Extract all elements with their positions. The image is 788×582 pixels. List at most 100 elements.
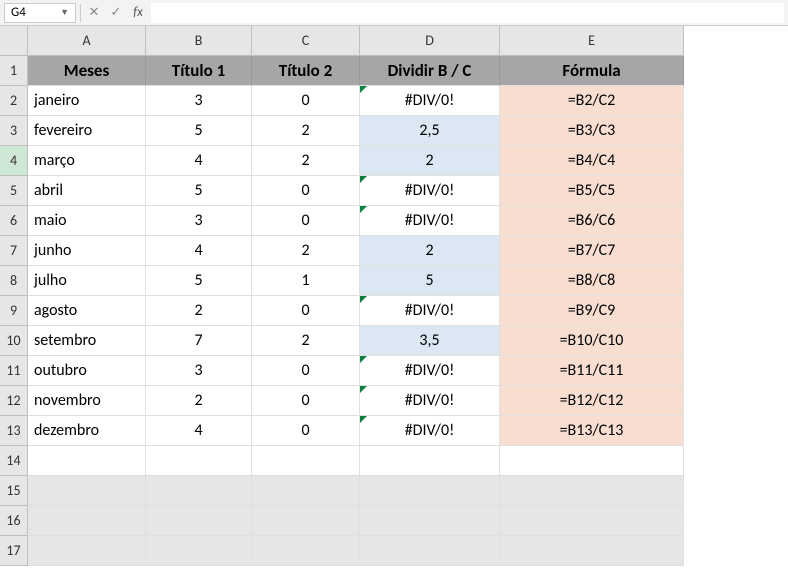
- column-header-E[interactable]: E: [500, 26, 684, 56]
- cell-C14[interactable]: [252, 446, 360, 476]
- row-header-11[interactable]: 11: [0, 356, 28, 386]
- row-header-6[interactable]: 6: [0, 206, 28, 236]
- cell-D13[interactable]: #DIV/0!: [360, 416, 500, 446]
- column-header-C[interactable]: C: [252, 26, 360, 56]
- cell-E3[interactable]: =B3/C3: [500, 116, 684, 146]
- cell-B16[interactable]: [146, 506, 252, 536]
- header-cell-B[interactable]: Título 1: [146, 56, 252, 86]
- cell-E16[interactable]: [500, 506, 684, 536]
- cell-A8[interactable]: julho: [28, 266, 146, 296]
- column-header-A[interactable]: A: [28, 26, 146, 56]
- cell-D15[interactable]: [360, 476, 500, 506]
- cell-A2[interactable]: janeiro: [28, 86, 146, 116]
- cell-D6[interactable]: #DIV/0!: [360, 206, 500, 236]
- row-header-7[interactable]: 7: [0, 236, 28, 266]
- cell-C13[interactable]: 0: [252, 416, 360, 446]
- cell-B7[interactable]: 4: [146, 236, 252, 266]
- cell-C6[interactable]: 0: [252, 206, 360, 236]
- cell-D7[interactable]: 2: [360, 236, 500, 266]
- cell-A5[interactable]: abril: [28, 176, 146, 206]
- row-header-1[interactable]: 1: [0, 56, 28, 86]
- cell-E11[interactable]: =B11/C11: [500, 356, 684, 386]
- cell-A14[interactable]: [28, 446, 146, 476]
- row-header-5[interactable]: 5: [0, 176, 28, 206]
- header-cell-C[interactable]: Título 2: [252, 56, 360, 86]
- cell-B8[interactable]: 5: [146, 266, 252, 296]
- cell-E5[interactable]: =B5/C5: [500, 176, 684, 206]
- cell-C7[interactable]: 2: [252, 236, 360, 266]
- cell-A11[interactable]: outubro: [28, 356, 146, 386]
- cell-D10[interactable]: 3,5: [360, 326, 500, 356]
- cell-D5[interactable]: #DIV/0!: [360, 176, 500, 206]
- cell-A7[interactable]: junho: [28, 236, 146, 266]
- cell-C2[interactable]: 0: [252, 86, 360, 116]
- cell-E15[interactable]: [500, 476, 684, 506]
- cell-D8[interactable]: 5: [360, 266, 500, 296]
- cell-B15[interactable]: [146, 476, 252, 506]
- formula-input[interactable]: [151, 3, 784, 23]
- cell-B11[interactable]: 3: [146, 356, 252, 386]
- cell-C16[interactable]: [252, 506, 360, 536]
- cell-B17[interactable]: [146, 536, 252, 566]
- cell-B9[interactable]: 2: [146, 296, 252, 326]
- cell-D17[interactable]: [360, 536, 500, 566]
- cell-C4[interactable]: 2: [252, 146, 360, 176]
- cell-E10[interactable]: =B10/C10: [500, 326, 684, 356]
- cell-A6[interactable]: maio: [28, 206, 146, 236]
- cell-A9[interactable]: agosto: [28, 296, 146, 326]
- confirm-icon[interactable]: ✓: [107, 4, 125, 22]
- cell-C17[interactable]: [252, 536, 360, 566]
- cell-B4[interactable]: 4: [146, 146, 252, 176]
- header-cell-E[interactable]: Fórmula: [500, 56, 684, 86]
- cell-A4[interactable]: março: [28, 146, 146, 176]
- cell-E7[interactable]: =B7/C7: [500, 236, 684, 266]
- cell-C3[interactable]: 2: [252, 116, 360, 146]
- cell-D11[interactable]: #DIV/0!: [360, 356, 500, 386]
- row-header-2[interactable]: 2: [0, 86, 28, 116]
- spreadsheet-grid[interactable]: ABCDE1MesesTítulo 1Título 2Dividir B / C…: [0, 26, 788, 566]
- cell-A10[interactable]: setembro: [28, 326, 146, 356]
- row-header-8[interactable]: 8: [0, 266, 28, 296]
- cell-E8[interactable]: =B8/C8: [500, 266, 684, 296]
- header-cell-A[interactable]: Meses: [28, 56, 146, 86]
- row-header-4[interactable]: 4: [0, 146, 28, 176]
- cell-D2[interactable]: #DIV/0!: [360, 86, 500, 116]
- row-header-10[interactable]: 10: [0, 326, 28, 356]
- cell-E17[interactable]: [500, 536, 684, 566]
- cell-B13[interactable]: 4: [146, 416, 252, 446]
- cell-C8[interactable]: 1: [252, 266, 360, 296]
- cell-E14[interactable]: [500, 446, 684, 476]
- row-header-16[interactable]: 16: [0, 506, 28, 536]
- cell-A12[interactable]: novembro: [28, 386, 146, 416]
- chevron-down-icon[interactable]: ▼: [60, 7, 69, 18]
- cell-E4[interactable]: =B4/C4: [500, 146, 684, 176]
- row-header-15[interactable]: 15: [0, 476, 28, 506]
- cell-B2[interactable]: 3: [146, 86, 252, 116]
- cell-B6[interactable]: 3: [146, 206, 252, 236]
- cell-E9[interactable]: =B9/C9: [500, 296, 684, 326]
- cell-C15[interactable]: [252, 476, 360, 506]
- cell-B3[interactable]: 5: [146, 116, 252, 146]
- row-header-14[interactable]: 14: [0, 446, 28, 476]
- column-header-D[interactable]: D: [360, 26, 500, 56]
- cell-D12[interactable]: #DIV/0!: [360, 386, 500, 416]
- cell-E6[interactable]: =B6/C6: [500, 206, 684, 236]
- cell-C11[interactable]: 0: [252, 356, 360, 386]
- cell-B14[interactable]: [146, 446, 252, 476]
- cancel-icon[interactable]: ✕: [85, 4, 103, 22]
- cell-B10[interactable]: 7: [146, 326, 252, 356]
- fx-icon[interactable]: fx: [129, 4, 147, 22]
- cell-B5[interactable]: 5: [146, 176, 252, 206]
- cell-A13[interactable]: dezembro: [28, 416, 146, 446]
- cell-C9[interactable]: 0: [252, 296, 360, 326]
- cell-A3[interactable]: fevereiro: [28, 116, 146, 146]
- row-header-3[interactable]: 3: [0, 116, 28, 146]
- cell-A16[interactable]: [28, 506, 146, 536]
- cell-E12[interactable]: =B12/C12: [500, 386, 684, 416]
- cell-C10[interactable]: 2: [252, 326, 360, 356]
- cell-C5[interactable]: 0: [252, 176, 360, 206]
- cell-E13[interactable]: =B13/C13: [500, 416, 684, 446]
- cell-D16[interactable]: [360, 506, 500, 536]
- cell-A15[interactable]: [28, 476, 146, 506]
- cell-B12[interactable]: 2: [146, 386, 252, 416]
